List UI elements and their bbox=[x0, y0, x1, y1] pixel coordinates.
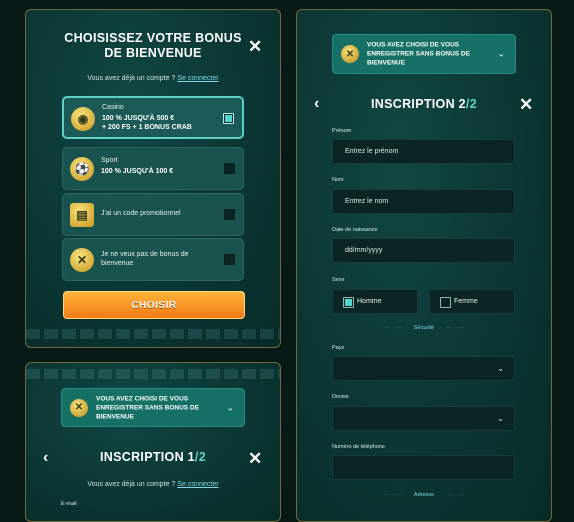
lastname-input[interactable]: Entrez le nom bbox=[332, 189, 515, 214]
option-label: Je ne veux pas de bonus de bienvenue bbox=[101, 251, 189, 267]
option-label: J'ai un code promotionnel bbox=[101, 210, 181, 217]
no-bonus-checkbox[interactable] bbox=[224, 254, 235, 265]
close-icon[interactable]: ✕ bbox=[248, 38, 262, 55]
currency-select[interactable]: ⌄ bbox=[332, 406, 515, 431]
security-divider: — ·· — Sécurité — ·· — bbox=[384, 325, 464, 331]
email-label: E-mail bbox=[61, 501, 77, 507]
dob-input[interactable]: dd/mm/yyyy bbox=[332, 238, 515, 263]
bonus-title: CHOISISSEZ VOTRE BONUS DE BIENVENUE bbox=[26, 31, 280, 61]
promo-checkbox[interactable] bbox=[224, 209, 235, 220]
no-bonus-banner[interactable]: ✕ VOUS AVEZ CHOISI DE VOUS ENREGISTRER S… bbox=[332, 34, 516, 74]
firstname-label: Prénom bbox=[332, 128, 352, 134]
decorative-pattern bbox=[26, 329, 280, 339]
option-description: 100 % JUSQU'À 100 € bbox=[101, 168, 174, 175]
bonus-selection-panel: CHOISISSEZ VOTRE BONUS DE BIENVENUE ✕ Vo… bbox=[25, 9, 281, 348]
login-prompt: Vous avez déjà un compte ? Se connecter bbox=[87, 75, 219, 82]
firstname-input[interactable]: Entrez le prénom bbox=[332, 139, 515, 164]
login-prompt: Vous avez déjà un compte ? Se connecter bbox=[87, 481, 219, 488]
country-label: Pays bbox=[332, 345, 345, 351]
decorative-pattern bbox=[26, 369, 280, 379]
bonus-option-none[interactable]: ✕ Je ne veux pas de bonus de bienvenue bbox=[62, 238, 244, 281]
choose-button[interactable]: CHOISIR bbox=[63, 291, 245, 319]
sex-female-option[interactable]: Femme bbox=[429, 289, 515, 314]
casino-coin-icon: ◉ bbox=[71, 107, 95, 131]
currency-label: Devise bbox=[332, 394, 349, 400]
ticket-icon: ▤ bbox=[70, 203, 94, 227]
casino-checkbox[interactable] bbox=[223, 113, 234, 124]
no-bonus-icon: ✕ bbox=[70, 398, 88, 417]
bonus-title-line2: DE BIENVENUE bbox=[104, 46, 202, 60]
no-bonus-icon: ✕ bbox=[70, 248, 94, 272]
chevron-down-icon: ⌄ bbox=[497, 414, 504, 423]
bonus-option-casino[interactable]: ◉ Casino 100 % JUSQU'À 500 € + 200 FS + … bbox=[62, 96, 244, 139]
step2-title: INSCRIPTION 2/2 bbox=[371, 97, 477, 111]
soccer-ball-icon: ⚽ bbox=[70, 157, 94, 181]
banner-text: VOUS AVEZ CHOISI DE VOUS ENREGISTRER SAN… bbox=[96, 395, 199, 420]
dob-label: Date de naissance bbox=[332, 227, 378, 233]
chevron-down-icon: ⌄ bbox=[226, 402, 234, 412]
chevron-down-icon: ⌄ bbox=[497, 48, 505, 59]
female-radio[interactable] bbox=[440, 297, 451, 308]
sex-label: Sexe bbox=[332, 277, 345, 283]
option-label: Casino bbox=[102, 104, 124, 111]
close-icon[interactable]: ✕ bbox=[248, 450, 262, 467]
phone-input[interactable] bbox=[332, 455, 515, 480]
bonus-option-sport[interactable]: ⚽ Sport 100 % JUSQU'À 100 € bbox=[62, 147, 244, 190]
registration-step1-panel: ✕ VOUS AVEZ CHOISI DE VOUS ENREGISTRER S… bbox=[25, 362, 281, 522]
close-icon[interactable]: ✕ bbox=[519, 96, 533, 113]
login-link[interactable]: Se connecter bbox=[177, 481, 218, 488]
lastname-label: Nom bbox=[332, 177, 344, 183]
chevron-down-icon: ⌄ bbox=[497, 364, 504, 373]
sport-checkbox[interactable] bbox=[224, 163, 235, 174]
no-bonus-icon: ✕ bbox=[341, 45, 359, 63]
bonus-title-line1: CHOISISSEZ VOTRE BONUS bbox=[64, 31, 242, 45]
option-description: 100 % JUSQU'À 500 € + 200 FS + 1 BONUS C… bbox=[102, 115, 192, 131]
phone-label: Numéro de téléphone bbox=[332, 444, 385, 450]
registration-step2-panel: ✕ VOUS AVEZ CHOISI DE VOUS ENREGISTRER S… bbox=[296, 9, 552, 522]
male-radio[interactable] bbox=[343, 297, 354, 308]
step1-title: INSCRIPTION 1/2 bbox=[100, 450, 206, 464]
bonus-option-promo-code[interactable]: ▤ J'ai un code promotionnel bbox=[62, 193, 244, 236]
banner-text: VOUS AVEZ CHOISI DE VOUS ENREGISTRER SAN… bbox=[367, 41, 470, 67]
country-select[interactable]: ⌄ bbox=[332, 356, 515, 381]
option-label: Sport bbox=[101, 157, 118, 164]
no-bonus-banner[interactable]: ✕ VOUS AVEZ CHOISI DE VOUS ENREGISTRER S… bbox=[61, 388, 245, 427]
login-link[interactable]: Se connecter bbox=[177, 75, 218, 82]
sex-male-option[interactable]: Homme bbox=[332, 289, 418, 314]
address-divider: — ·· — Adresse — ·· — bbox=[384, 492, 464, 498]
